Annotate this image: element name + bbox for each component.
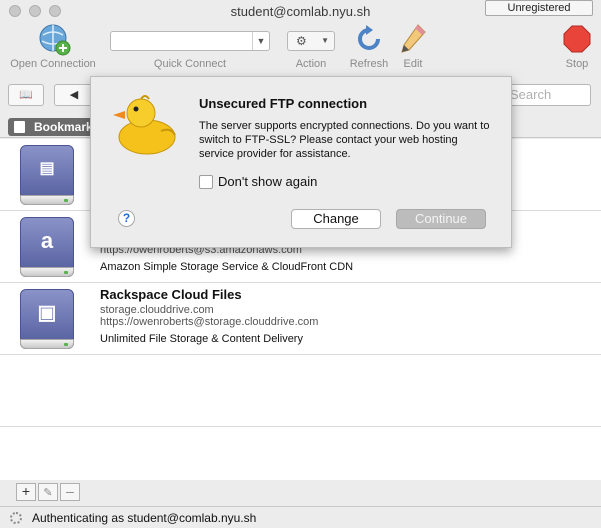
ftp-drive-icon: ▤ [20,145,74,205]
help-button[interactable]: ? [118,210,135,227]
dont-show-again-label[interactable]: Don't show again [218,174,317,189]
list-item[interactable]: ▣ Rackspace Cloud Files storage.clouddri… [0,283,601,355]
spinner-icon [10,512,22,524]
dialog-title: Unsecured FTP connection [199,96,368,111]
stop-icon [563,25,591,53]
toolbar: Open Connection ▼ Quick Connect ⚙ ▼ Acti… [0,22,601,74]
amazon-drive-icon: a [20,217,74,277]
unregistered-badge[interactable]: Unregistered [485,0,593,16]
chevron-down-icon[interactable]: ▼ [252,32,269,50]
pencil-icon: ✎ [43,487,53,499]
list-action-bar: + ✎ – [0,480,601,504]
continue-button[interactable]: Continue [396,209,486,229]
cyberduck-icon [113,95,176,155]
dialog-message: The server supports encrypted connection… [199,120,490,160]
bookmark-title: Rackspace Cloud Files [100,287,242,302]
chevron-down-icon: ▼ [321,36,329,45]
add-bookmark-button[interactable]: + [16,483,36,501]
refresh-icon [358,25,380,50]
action-menu-button[interactable]: ⚙ ▼ [287,31,335,51]
bookmark-host: storage.clouddrive.com [100,304,214,316]
title-bar: student@comlab.nyu.sh Unregistered [0,0,601,22]
minus-icon: – [66,483,74,499]
action-label: Action [295,58,327,70]
bookmarks-toggle-button[interactable]: 📖 [8,84,44,106]
rackspace-drive-icon: ▣ [20,289,74,349]
quick-connect-label: Quick Connect [153,58,227,70]
list-item [0,355,601,427]
globe-plus-icon [39,24,71,56]
bookmark-description: Unlimited File Storage & Content Deliver… [100,333,303,345]
remove-bookmark-button[interactable]: – [60,483,80,501]
back-button[interactable]: ◀ [54,84,94,106]
quick-connect-input[interactable]: ▼ [110,31,270,51]
bookmark-url: https://owenroberts@storage.clouddrive.c… [100,316,319,328]
plus-icon: + [21,483,31,499]
unsecured-ftp-dialog: Unsecured FTP connection The server supp… [90,76,512,248]
book-icon: 📖 [19,89,33,101]
status-text: Authenticating as student@comlab.nyu.sh [32,511,257,525]
back-arrow-icon: ◀ [69,89,79,101]
refresh-label: Refresh [349,58,389,70]
edit-bookmark-button[interactable]: ✎ [38,483,58,501]
dont-show-again-checkbox[interactable] [199,175,213,189]
gear-icon: ⚙ [296,34,307,48]
bookmark-icon [14,121,25,133]
bookmark-description: Amazon Simple Storage Service & CloudFro… [100,261,354,273]
open-connection-label: Open Connection [10,58,96,70]
pencil-icon [401,24,426,53]
tab-bookmarks[interactable]: Bookmarks [8,118,100,136]
edit-label: Edit [403,58,423,70]
app-window: student@comlab.nyu.sh Unregistered Open … [0,0,601,528]
search-input[interactable]: Search [505,84,591,106]
change-button[interactable]: Change [291,209,381,229]
stop-label: Stop [565,58,589,70]
status-bar: Authenticating as student@comlab.nyu.sh [0,506,601,528]
